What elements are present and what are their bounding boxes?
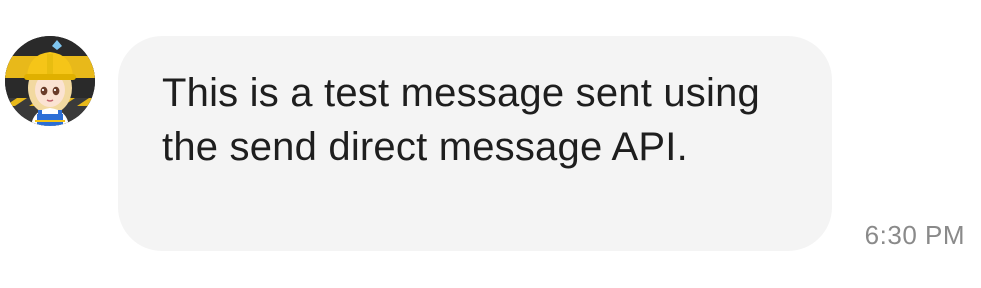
sender-avatar[interactable] [5, 36, 95, 126]
message-timestamp: 6:30 PM [864, 220, 965, 250]
message-text: This is a test message sent using the se… [162, 71, 760, 169]
incoming-message-row: This is a test message sent using the se… [0, 0, 981, 288]
message-bubble[interactable]: This is a test message sent using the se… [118, 36, 832, 251]
user-avatar-icon [5, 36, 95, 126]
